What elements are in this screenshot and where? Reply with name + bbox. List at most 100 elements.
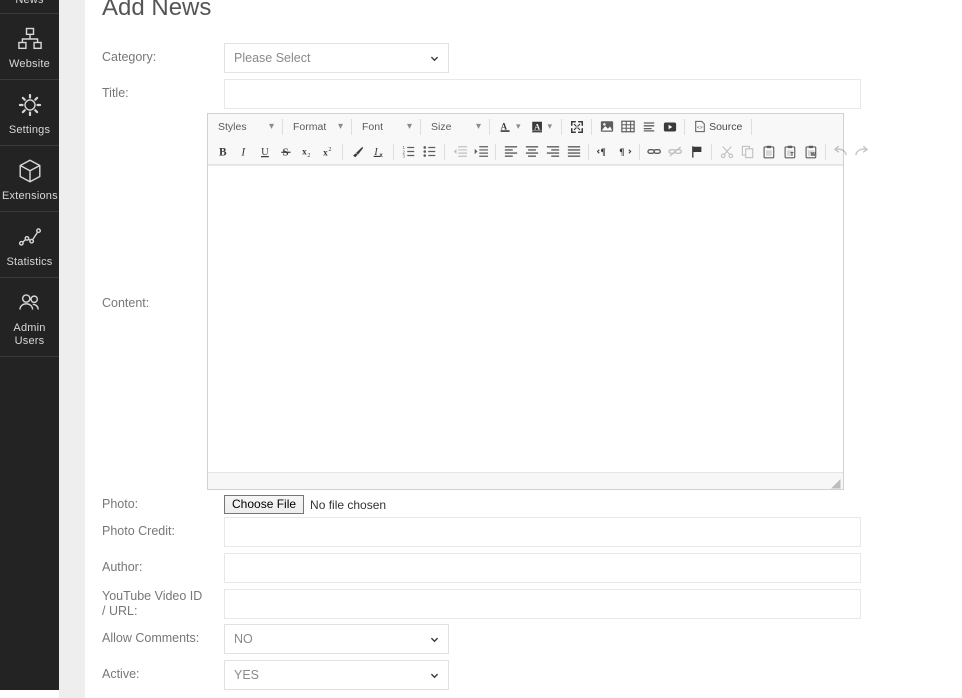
- sidebar-item-admin-users[interactable]: Admin Users: [0, 278, 59, 357]
- toolbar-separator: [393, 143, 394, 160]
- svg-text:W: W: [810, 152, 815, 158]
- toolbar-separator: [639, 143, 640, 160]
- sidebar-item-extensions[interactable]: Extensions: [0, 146, 59, 212]
- category-label: Category:: [102, 50, 157, 64]
- bulleted-list-icon[interactable]: [419, 142, 440, 162]
- horizontal-rule-icon[interactable]: [638, 117, 659, 137]
- active-value: YES: [234, 668, 260, 682]
- editor-toolbar-row-2: B I U S x2 x2: [208, 139, 869, 164]
- styles-combo-label: Styles: [218, 120, 247, 133]
- copy-icon[interactable]: [737, 142, 758, 162]
- youtube-input[interactable]: [224, 589, 861, 619]
- styles-combo[interactable]: Styles ▾: [212, 117, 278, 136]
- author-input[interactable]: [224, 553, 861, 583]
- remove-format-brush-icon[interactable]: [347, 142, 368, 162]
- toolbar-separator: [684, 118, 686, 135]
- sidebar-item-news[interactable]: News: [0, 0, 59, 14]
- toolbar-separator: [825, 143, 826, 160]
- sidebar-item-label: Settings: [8, 124, 51, 136]
- field-row-active: Active: YES: [102, 660, 862, 690]
- sidebar-item-settings[interactable]: Settings: [0, 80, 59, 146]
- editor-content-area[interactable]: [208, 165, 843, 472]
- title-input[interactable]: [224, 79, 861, 109]
- image-icon[interactable]: [596, 117, 617, 137]
- justify-icon[interactable]: [563, 142, 584, 162]
- chevron-down-icon: [429, 625, 440, 653]
- link-icon[interactable]: [644, 142, 665, 162]
- allow-comments-label: Allow Comments:: [102, 631, 200, 645]
- svg-text:3: 3: [402, 153, 405, 158]
- sidebar-item-label: Extensions: [2, 190, 58, 202]
- format-combo-label: Format: [293, 120, 327, 133]
- svg-text:2: 2: [307, 152, 310, 158]
- svg-text:¶: ¶: [600, 147, 605, 158]
- superscript-icon[interactable]: x2: [317, 142, 338, 162]
- svg-text:x: x: [323, 147, 328, 157]
- photo-file-input[interactable]: Choose File No file chosen: [224, 495, 386, 514]
- text-direction-ltr-icon[interactable]: ¶: [614, 142, 635, 162]
- text-color-button[interactable]: A ▾: [494, 117, 526, 137]
- align-center-icon[interactable]: [521, 142, 542, 162]
- rich-text-editor: Styles ▾ Format ▾ Font ▾ Size ▾ A ▾ A ▾ …: [207, 113, 869, 490]
- sidebar-item-label: News: [15, 0, 44, 6]
- subscript-icon[interactable]: x2: [296, 142, 317, 162]
- italic-icon[interactable]: I: [233, 142, 254, 162]
- svg-text:2: 2: [328, 146, 331, 152]
- table-icon[interactable]: [617, 117, 638, 137]
- paste-as-plain-text-icon[interactable]: T: [779, 142, 800, 162]
- editor-resize-handle[interactable]: [830, 476, 841, 489]
- chevron-down-icon: ▾: [268, 121, 274, 132]
- toolbar-separator: [588, 143, 589, 160]
- editor-footer: [208, 472, 843, 489]
- strikethrough-icon[interactable]: S: [275, 142, 296, 162]
- field-row-allow-comments: Allow Comments: NO: [102, 624, 862, 654]
- youtube-video-icon[interactable]: [659, 117, 680, 137]
- sidebar-item-website[interactable]: Website: [0, 14, 59, 80]
- chevron-down-icon: [429, 661, 440, 689]
- toolbar-separator: [561, 118, 563, 135]
- undo-icon[interactable]: [830, 142, 851, 162]
- chevron-down-icon: ▾: [475, 121, 481, 132]
- anchor-flag-icon[interactable]: [686, 142, 707, 162]
- sidebar-item-label: Admin Users: [13, 322, 46, 347]
- sidebar-item-statistics[interactable]: Statistics: [0, 212, 59, 278]
- choose-file-button[interactable]: Choose File: [224, 495, 305, 514]
- align-left-icon[interactable]: [500, 142, 521, 162]
- field-row-category: Category: Please Select: [102, 43, 862, 73]
- paste-icon[interactable]: [758, 142, 779, 162]
- content-gutter: [59, 0, 85, 698]
- svg-text:B: B: [218, 146, 226, 158]
- photo-credit-input[interactable]: [224, 517, 861, 547]
- format-combo[interactable]: Format ▾: [287, 117, 347, 136]
- cut-scissors-icon[interactable]: [716, 142, 737, 162]
- size-combo-label: Size: [431, 120, 452, 133]
- sitemap-icon: [2, 23, 57, 55]
- decrease-indent-icon[interactable]: [449, 142, 470, 162]
- unlink-icon[interactable]: [665, 142, 686, 162]
- source-button[interactable]: <> Source: [689, 117, 747, 137]
- font-combo[interactable]: Font ▾: [356, 117, 416, 136]
- active-select[interactable]: YES: [224, 660, 449, 690]
- author-label: Author:: [102, 560, 143, 574]
- maximize-icon[interactable]: [566, 117, 587, 137]
- bold-icon[interactable]: B: [212, 142, 233, 162]
- allow-comments-value: NO: [234, 632, 253, 646]
- numbered-list-icon[interactable]: 123: [398, 142, 419, 162]
- text-direction-rtl-icon[interactable]: ¶: [593, 142, 614, 162]
- redo-icon[interactable]: [851, 142, 872, 162]
- increase-indent-icon[interactable]: [470, 142, 491, 162]
- line-chart-icon: [2, 221, 57, 253]
- remove-format-icon[interactable]: Ix: [368, 142, 389, 162]
- background-color-button[interactable]: A ▾: [526, 117, 558, 137]
- allow-comments-select[interactable]: NO: [224, 624, 449, 654]
- align-right-icon[interactable]: [542, 142, 563, 162]
- size-combo[interactable]: Size ▾: [425, 117, 485, 136]
- underline-icon[interactable]: U: [254, 142, 275, 162]
- toolbar-separator: [489, 118, 490, 135]
- svg-text:x: x: [379, 152, 383, 159]
- content-label: Content:: [102, 296, 150, 310]
- users-icon: [2, 287, 57, 319]
- paste-from-word-icon[interactable]: W: [800, 142, 821, 162]
- chevron-down-icon: ▾: [547, 121, 553, 131]
- category-select[interactable]: Please Select: [224, 43, 449, 73]
